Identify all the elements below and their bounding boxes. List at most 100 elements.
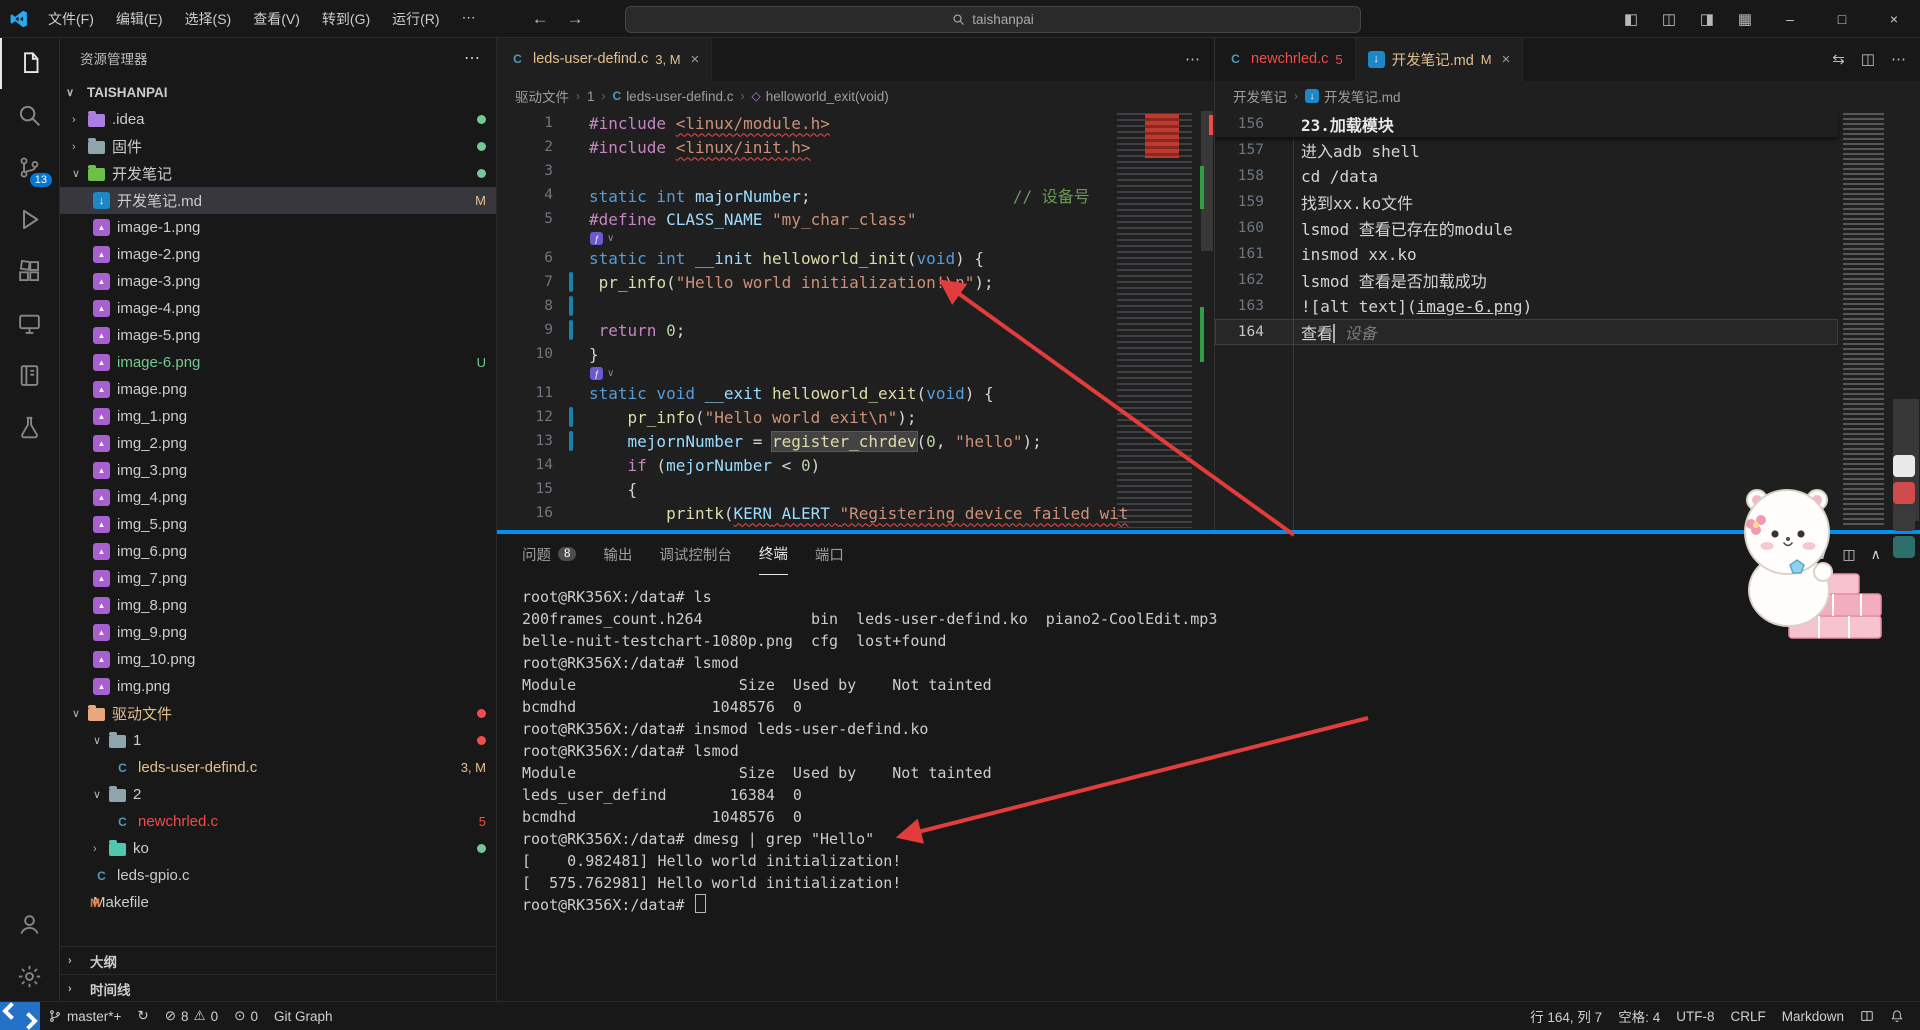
menu-文件(F)[interactable]: 文件(F) [38,5,104,33]
panel-tab-端口[interactable]: 端口 [815,534,844,574]
activity-testing-icon[interactable] [0,401,59,453]
code-line-159[interactable]: 159找到xx.ko文件 [1215,189,1838,215]
folder-开发笔记[interactable]: ∨开发笔记 [60,160,496,187]
code-line-14[interactable]: 14 if (mejorNumber < 0) [497,453,1099,477]
activity-source-control-icon[interactable]: 13 [0,141,59,193]
file-image-4.png[interactable]: ▲image-4.png [60,295,496,322]
file-newchrled.c[interactable]: Cnewchrled.c5 [60,808,496,835]
close-window-icon[interactable]: × [1868,0,1920,37]
panel-tab-调试控制台[interactable]: 调试控制台 [659,534,732,574]
editor-left[interactable]: 1#include <linux/module.h>2#include <lin… [497,111,1214,530]
nav-back-icon[interactable]: ← [532,9,549,29]
scrollbar[interactable] [1200,111,1214,530]
file-image-5.png[interactable]: ▲image-5.png [60,322,496,349]
terminal-content[interactable]: root@RK356X:/data# ls200frames_count.h26… [497,574,1920,1002]
breadcrumb-item[interactable]: Cleds-user-defind.c [613,89,734,104]
file-img_9.png[interactable]: ▲img_9.png [60,619,496,646]
cursor-position[interactable]: 行 164, 列 7 [1522,1002,1610,1030]
folder-ko[interactable]: ›ko [60,835,496,862]
folder-驱动文件[interactable]: ∨驱动文件 [60,700,496,727]
code-line-157[interactable]: 157进入adb shell [1215,137,1838,163]
code-line-8[interactable]: 8 [497,294,1099,318]
toggle-sidebar-icon[interactable]: ◧ [1612,0,1650,37]
file-img_8.png[interactable]: ▲img_8.png [60,592,496,619]
breadcrumb-item[interactable]: ↓开发笔记.md [1305,86,1401,106]
ports-indicator[interactable]: ⊙0 [226,1002,266,1030]
file-开发笔记.md[interactable]: ↓开发笔记.mdM [60,187,496,214]
eol[interactable]: CRLF [1722,1002,1773,1030]
indentation[interactable]: 空格: 4 [1610,1002,1668,1030]
command-center-search[interactable]: taishanpai [625,6,1361,33]
close-tab-icon[interactable]: × [691,51,700,68]
code-line-16[interactable]: 16 printk(KERN ALERT "Registering device… [497,501,1099,525]
menu-转到(G)[interactable]: 转到(G) [312,5,380,33]
code-line-160[interactable]: 160lsmod 查看已存在的module [1215,215,1838,241]
inline-ai-widget[interactable]: ƒ∨ [497,366,1099,381]
problems[interactable]: ⊘8⚠0 [157,1002,226,1030]
notifications-bell-icon[interactable] [1882,1002,1912,1030]
code-line-10[interactable]: 10} [497,342,1099,366]
split-editor-icon[interactable]: ◫ [1861,50,1875,68]
git-graph[interactable]: Git Graph [266,1002,341,1030]
activity-run-debug-icon[interactable] [0,193,59,245]
menu-编辑(E)[interactable]: 编辑(E) [106,5,173,33]
close-tab-icon[interactable]: × [1502,51,1511,68]
code-line-6[interactable]: 6static int __init helloworld_init(void)… [497,246,1099,270]
toggle-secondary-sidebar-icon[interactable]: ◨ [1688,0,1726,37]
minimap[interactable] [1113,111,1200,530]
remote-indicator[interactable] [0,1002,40,1030]
activity-remote-explorer-icon[interactable] [0,297,59,349]
code-line-2[interactable]: 2#include <linux/init.h> [497,135,1099,159]
menu-选择(S)[interactable]: 选择(S) [175,5,242,33]
sidebar-more-actions-icon[interactable]: ⋯ [464,48,480,68]
floating-widget-tile[interactable] [1893,509,1915,531]
customize-layout-icon[interactable]: ▦ [1726,0,1764,37]
tab-newchrled.c[interactable]: Cnewchrled.c5 [1215,37,1356,81]
toggle-panel-icon[interactable]: ◫ [1650,0,1688,37]
markdown-preview-icon[interactable] [1852,1002,1882,1030]
panel-tab-输出[interactable]: 输出 [603,534,632,574]
code-line-158[interactable]: 158cd /data [1215,163,1838,189]
file-img_2.png[interactable]: ▲img_2.png [60,430,496,457]
activity-extensions-icon[interactable] [0,245,59,297]
breadcrumb-item[interactable]: 驱动文件 [515,86,569,106]
code-line-12[interactable]: 12 pr_info("Hello world exit\n"); [497,405,1099,429]
nav-forward-icon[interactable]: → [567,9,584,29]
code-line-7[interactable]: 7 pr_info("Hello world initialization!\n… [497,270,1099,294]
outline-section[interactable]: › 大纲 [60,946,496,974]
timeline-section[interactable]: › 时间线 [60,974,496,1002]
floating-widget-tile[interactable] [1893,455,1915,477]
inline-ai-widget[interactable]: ƒ∨ [497,231,1099,246]
activity-explorer-icon[interactable] [0,37,59,89]
encoding[interactable]: UTF-8 [1668,1002,1722,1030]
file-image-2.png[interactable]: ▲image-2.png [60,241,496,268]
folder-固件[interactable]: ›固件 [60,133,496,160]
tab-leds-user-defind.c[interactable]: Cleds-user-defind.c3, M× [497,37,712,81]
file-img.png[interactable]: ▲img.png [60,673,496,700]
panel-tab-终端[interactable]: 终端 [759,534,788,575]
activity-notebook-icon[interactable] [0,349,59,401]
minimize-icon[interactable]: – [1764,0,1816,37]
more-actions-icon[interactable]: ⋯ [1185,50,1200,68]
code-line-5[interactable]: 5#define CLASS_NAME "my_char_class" [497,207,1099,231]
file-image.png[interactable]: ▲image.png [60,376,496,403]
code-line-161[interactable]: 161insmod xx.ko [1215,241,1838,267]
file-img_10.png[interactable]: ▲img_10.png [60,646,496,673]
code-line-164[interactable]: 164查看 设备 [1215,319,1838,345]
sync-icon[interactable]: ↻ [129,1002,156,1030]
code-line-163[interactable]: 163![alt text](image-6.png) [1215,293,1838,319]
file-img_4.png[interactable]: ▲img_4.png [60,484,496,511]
file-img_7.png[interactable]: ▲img_7.png [60,565,496,592]
tab-开发笔记.md[interactable]: ↓开发笔记.mdM× [1356,37,1524,81]
activity-settings-icon[interactable] [0,950,59,1002]
file-img_6.png[interactable]: ▲img_6.png [60,538,496,565]
section-taishanpai[interactable]: ∨ TAISHANPAI [60,79,496,106]
code-line-15[interactable]: 15 { [497,477,1099,501]
breadcrumb-item[interactable]: ◇helloworld_exit(void) [752,89,889,104]
file-image-1.png[interactable]: ▲image-1.png [60,214,496,241]
code-line-4[interactable]: 4static int majorNumber; // 设备号 [497,183,1099,207]
git-branch[interactable]: master*+ [40,1002,129,1030]
language-mode[interactable]: Markdown [1774,1002,1852,1030]
activity-search-icon[interactable] [0,89,59,141]
code-line-156[interactable]: 15623.加载模块 [1215,111,1838,137]
